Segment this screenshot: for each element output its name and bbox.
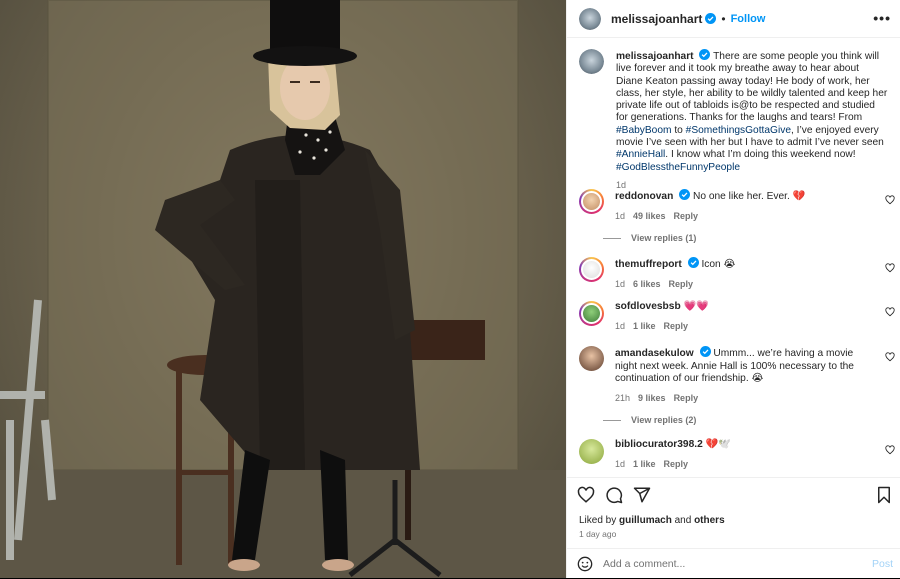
comment-time: 1d [615, 278, 626, 289]
verified-badge-icon [679, 189, 691, 200]
post-caption: melissajoanhart There are some people yo… [579, 49, 895, 191]
post-actions: Liked by guillumach and others 1 day ago… [567, 477, 900, 578]
replies-divider [603, 237, 621, 239]
comment-likes[interactable]: 49 likes [633, 211, 666, 221]
reply-button[interactable]: Reply [664, 321, 689, 331]
comment-username[interactable]: reddonovan [615, 191, 673, 202]
comment-avatar[interactable] [579, 301, 604, 326]
comment-button[interactable] [605, 486, 623, 504]
share-button[interactable] [633, 486, 651, 504]
liked-by-prefix: Liked by [579, 515, 617, 526]
add-comment-row: Post [567, 548, 900, 579]
comment-likes[interactable]: 1 like [633, 459, 656, 469]
heart-icon [577, 486, 595, 503]
comment-username[interactable]: themuffreport [615, 259, 682, 270]
caption-body: melissajoanhart There are some people yo… [616, 49, 888, 191]
bookmark-icon [878, 486, 890, 504]
hashtag-link[interactable]: #AnnieHall [616, 149, 665, 160]
comment-icon [606, 487, 623, 504]
reply-button[interactable]: Reply [674, 211, 699, 221]
view-replies-button[interactable]: View replies (1) [603, 233, 696, 243]
comment-username[interactable]: bibliocurator398.2 [615, 439, 703, 450]
liked-by-and: and [674, 515, 692, 526]
comment-likes[interactable]: 6 likes [633, 279, 661, 289]
comment-username[interactable]: amandasekulow [615, 348, 694, 359]
verified-badge-icon [687, 257, 699, 268]
post-photo[interactable] [0, 0, 566, 578]
post-timestamp[interactable]: 1 day ago [579, 529, 616, 539]
liked-by-user[interactable]: guillumach [619, 515, 672, 526]
instagram-post: melissajoanhart • Follow ••• melissajoan… [0, 0, 900, 578]
verified-badge-icon [699, 346, 711, 357]
comment-item: bibliocurator398.2 💔🕊️ 1d 1 like Reply [579, 439, 895, 470]
caption-text: to [671, 124, 686, 136]
hashtag-link[interactable]: #GodBlesstheFunnyPeople [616, 162, 740, 173]
emoji-icon[interactable] [577, 556, 593, 572]
replies-divider [603, 419, 621, 421]
comment-avatar[interactable] [579, 439, 604, 464]
save-button[interactable] [875, 486, 893, 504]
share-icon [633, 487, 651, 503]
comment-item: reddonovan No one like her. Ever. 💔 1d 49… [579, 189, 895, 222]
heart-icon[interactable] [885, 445, 895, 455]
comment-likes[interactable]: 1 like [633, 321, 656, 331]
view-replies-label: View replies (2) [631, 415, 697, 425]
comment-text: 💗💗 [683, 301, 709, 312]
post-header: melissajoanhart • Follow ••• [567, 0, 900, 38]
verified-badge-icon [705, 13, 717, 24]
heart-icon[interactable] [885, 263, 895, 273]
comment-text: 💔🕊️ [705, 439, 731, 450]
liked-by-others[interactable]: others [694, 515, 725, 526]
comments-list[interactable]: melissajoanhart There are some people yo… [567, 39, 900, 476]
post-side-panel: melissajoanhart • Follow ••• melissajoan… [566, 0, 900, 578]
view-replies-label: View replies (1) [631, 233, 697, 243]
hashtag-link[interactable]: #SomethingsGottaGive [686, 125, 791, 136]
comment-text: No one like her. Ever. 💔 [693, 191, 806, 202]
comment-avatar[interactable] [579, 346, 604, 371]
follow-button[interactable]: Follow [731, 13, 766, 25]
liked-by: Liked by guillumach and others [579, 515, 725, 526]
comment-time: 1d [615, 210, 626, 221]
add-comment-input[interactable] [603, 558, 853, 570]
comment-time: 1d [615, 458, 626, 469]
comment-item: themuffreport Icon 😭 1d 6 likes Reply [579, 257, 895, 290]
comment-time: 1d [615, 320, 626, 331]
reply-button[interactable]: Reply [674, 393, 699, 403]
author-avatar[interactable] [579, 7, 601, 30]
caption-avatar[interactable] [579, 49, 604, 74]
author-username[interactable]: melissajoanhart [611, 12, 702, 26]
heart-icon[interactable] [885, 195, 895, 205]
like-button[interactable] [577, 486, 595, 504]
header-separator: • [721, 11, 726, 26]
comment-item: amandasekulow Ummm... we’re having a mov… [579, 346, 895, 404]
comment-item: sofdlovesbsb 💗💗 1d 1 like Reply [579, 301, 895, 332]
comment-avatar[interactable] [579, 257, 604, 282]
comment-avatar[interactable] [579, 189, 604, 214]
hashtag-link[interactable]: #BabyBoom [616, 125, 672, 136]
reply-button[interactable]: Reply [664, 459, 689, 469]
comment-likes[interactable]: 9 likes [638, 393, 666, 403]
post-comment-button[interactable]: Post [872, 558, 893, 570]
reply-button[interactable]: Reply [669, 279, 694, 289]
heart-icon[interactable] [885, 307, 895, 317]
verified-badge-icon [699, 49, 711, 60]
view-replies-button[interactable]: View replies (2) [603, 415, 696, 425]
more-options-icon[interactable]: ••• [873, 10, 891, 26]
caption-text: . I know what I’m doing this weekend now… [665, 149, 856, 161]
heart-icon[interactable] [885, 352, 895, 362]
comment-username[interactable]: sofdlovesbsb [615, 301, 681, 312]
caption-username[interactable]: melissajoanhart [616, 51, 694, 62]
comment-text: Icon 😭 [701, 259, 736, 270]
comment-time: 21h [615, 392, 631, 403]
post-photo-illustration [0, 0, 566, 578]
action-bar [577, 486, 651, 504]
